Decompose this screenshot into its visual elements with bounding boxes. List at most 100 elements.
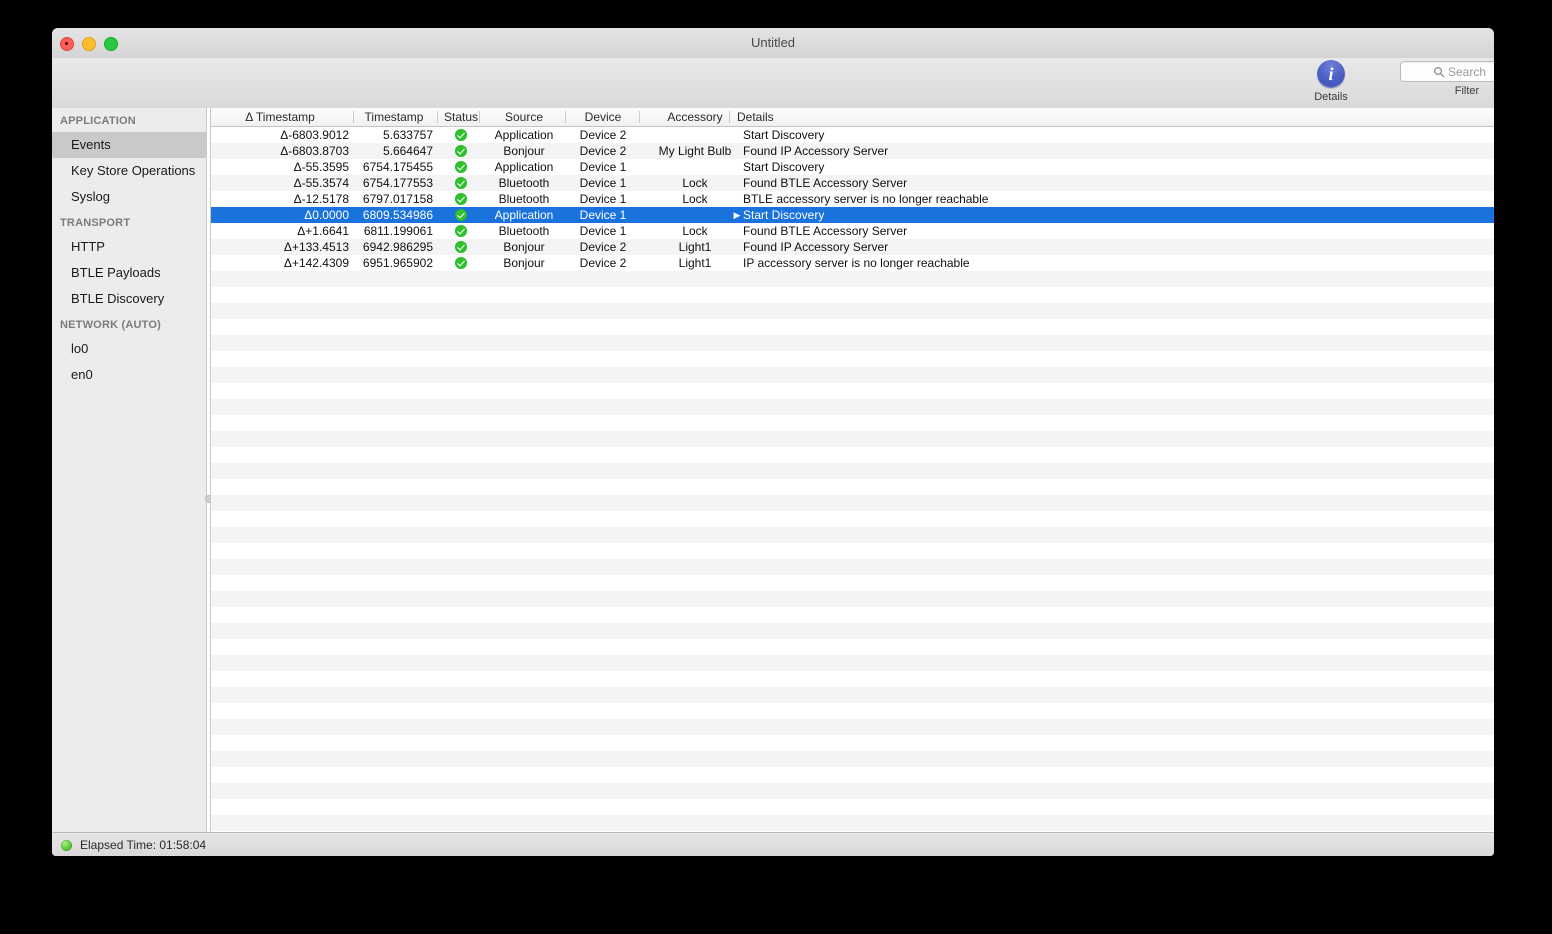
table-row-empty [211,335,1494,351]
status-ok-icon [455,129,467,141]
sidebar-item-btle-discovery[interactable]: BTLE Discovery [52,286,206,312]
search-input[interactable]: Search [1400,61,1494,82]
sidebar-item-events[interactable]: Events [52,132,206,158]
cell-details-text: Found IP Accessory Server [743,144,889,158]
content-area: APPLICATION Events Key Store Operations Sys… [52,108,1494,832]
table-row-empty [211,303,1494,319]
status-ok-icon [455,145,467,157]
table-row-empty [211,543,1494,559]
column-header-timestamp[interactable]: Timestamp [355,108,433,126]
cell-details-text: Start Discovery [743,160,825,174]
column-divider[interactable] [729,111,730,123]
table-body[interactable]: Δ-6803.9012 5.633757 Application Device 2 St… [211,127,1494,832]
column-divider[interactable] [479,111,480,123]
sidebar-item-label: lo0 [71,341,89,356]
table-row-empty [211,447,1494,463]
table-row[interactable]: Δ+142.4309 6951.965902 Bonjour Device 2 Ligh… [211,255,1494,271]
sidebar-item-en0[interactable]: en0 [52,362,206,388]
status-bar: Elapsed Time: 01:58:04 [52,832,1494,856]
cell-status [441,207,481,223]
cell-status [441,191,481,207]
table-row-empty [211,559,1494,575]
column-divider[interactable] [639,111,640,123]
cell-delta-timestamp: Δ0.0000 [304,208,349,222]
table-row[interactable]: Δ-55.3595 6754.175455 Application Device 1 S… [211,159,1494,175]
table-row[interactable]: Δ+133.4513 6942.986295 Bonjour Device 2 Ligh… [211,239,1494,255]
filter-label: Filter [1454,85,1480,97]
sidebar-item-label: en0 [71,367,93,382]
sidebar-item-http[interactable]: HTTP [52,234,206,260]
column-divider[interactable] [437,111,438,123]
status-ok-icon [455,177,467,189]
table-row[interactable]: Δ-55.3574 6754.177553 Bluetooth Device 1 Loc… [211,175,1494,191]
table-row-empty [211,575,1494,591]
cell-delta-timestamp: Δ+1.6641 [297,224,349,238]
table-row-empty [211,495,1494,511]
table-row-empty [211,799,1494,815]
table-row[interactable]: Δ-12.5178 6797.017158 Bluetooth Device 1 Loc… [211,191,1494,207]
cell-details-text: IP accessory server is no longer reachab… [743,256,970,270]
sidebar-item-key-store-operations[interactable]: Key Store Operations [52,158,206,184]
status-indicator-icon [61,840,72,851]
table-row-empty [211,463,1494,479]
table-row[interactable]: Δ+1.6641 6811.199061 Bluetooth Device 1 Lock… [211,223,1494,239]
screen: Untitled i Details Search Filter APPLICA… [0,0,1552,934]
cell-details-text: Start Discovery [743,128,825,142]
cell-timestamp: 5.664647 [382,144,433,158]
column-header-status[interactable]: Status [441,108,481,126]
details-button[interactable]: i Details [1305,60,1357,103]
table-row-empty [211,479,1494,495]
cell-delta-timestamp: Δ+133.4513 [283,240,349,254]
table-row-empty [211,367,1494,383]
cell-device: Device 1 [579,224,627,238]
table-row-empty [211,703,1494,719]
cell-details: Found IP Accessory Server [731,143,1443,159]
cell-details-text: Found BTLE Accessory Server [743,176,908,190]
sidebar-item-lo0[interactable]: lo0 [52,336,206,362]
table-row-empty [211,767,1494,783]
table-row-empty [211,623,1494,639]
cell-timestamp: 6809.534986 [362,208,433,222]
column-header-source[interactable]: Source [483,108,565,126]
sidebar-item-btle-payloads[interactable]: BTLE Payloads [52,260,206,286]
window-title: Untitled [750,35,796,50]
table-row-empty [211,591,1494,607]
table-row[interactable]: Δ0.0000 6809.534986 Application Device 1 ▶ St… [211,207,1494,223]
info-icon-glyph: i [1328,64,1334,84]
application-window: Untitled i Details Search Filter APPLICA… [52,28,1494,856]
table-row-empty [211,527,1494,543]
cell-details-text: BTLE accessory server is no longer reach… [743,192,989,206]
cell-device: Device 2 [579,256,627,270]
cell-status [441,239,481,255]
sidebar-item-syslog[interactable]: Syslog [52,184,206,210]
column-header-device[interactable]: Device [567,108,639,126]
column-divider[interactable] [565,111,566,123]
table-row-empty [211,511,1494,527]
cell-timestamp: 6754.177553 [362,176,433,190]
details-button-label: Details [1314,91,1348,103]
cell-details: BTLE accessory server is no longer reach… [731,191,1443,207]
table-row-empty [211,751,1494,767]
cell-delta-timestamp: Δ-12.5178 [293,192,349,206]
cell-device: Device 1 [579,208,627,222]
cell-delta-timestamp: Δ-55.3595 [293,160,349,174]
cell-details: IP accessory server is no longer reachab… [731,255,1443,271]
status-ok-icon [455,209,467,221]
cell-delta-timestamp: Δ-55.3574 [293,176,349,190]
table-header: Δ Timestamp Timestamp Status Source Device Ac… [211,108,1494,127]
table-row[interactable]: Δ-6803.9012 5.633757 Application Device 2 St… [211,127,1494,143]
events-table: Δ Timestamp Timestamp Status Source Device Ac… [210,108,1494,832]
table-row[interactable]: Δ-6803.8703 5.664647 Bonjour Device 2 My Lig… [211,143,1494,159]
elapsed-time-label: Elapsed Time: 01:58:04 [80,838,207,852]
column-divider[interactable] [353,111,354,123]
disclosure-triangle-icon[interactable]: ▶ [731,207,743,223]
cell-details: Found BTLE Accessory Server [731,175,1443,191]
cell-source: Bonjour [503,256,545,270]
cell-status [441,143,481,159]
column-header-details[interactable]: Details [731,108,1437,126]
cell-timestamp: 6811.199061 [363,224,433,238]
cell-status [441,255,481,271]
column-header-delta-timestamp[interactable]: Δ Timestamp [211,108,349,126]
cell-timestamp: 6951.965902 [362,256,433,270]
cell-source: Bonjour [503,144,545,158]
